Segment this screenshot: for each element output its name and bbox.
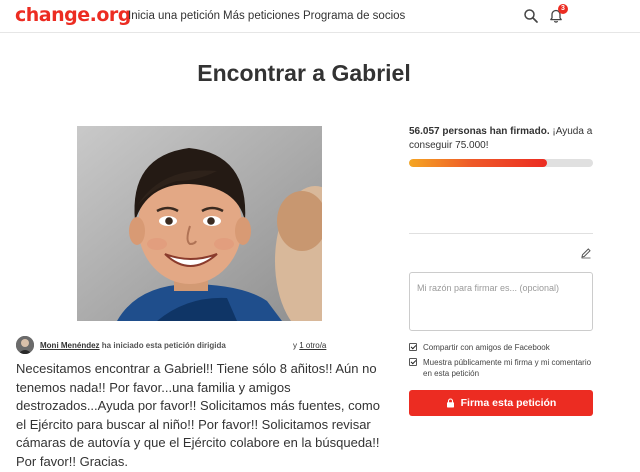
recipients-link[interactable]: 1 otro/a bbox=[299, 341, 326, 350]
lock-icon bbox=[446, 398, 454, 408]
share-facebook-checkbox[interactable] bbox=[409, 343, 417, 351]
petition-title: Encontrar a Gabriel bbox=[197, 60, 411, 86]
signature-count-number: 56.057 personas han firmado. bbox=[409, 126, 550, 137]
change-org-logo[interactable]: change.org bbox=[15, 4, 131, 26]
petition-description: Necesitamos encontrar a Gabriel!! Tiene … bbox=[16, 361, 380, 469]
sign-petition-button[interactable]: Firma esta petición bbox=[409, 390, 593, 416]
child-portrait-image bbox=[77, 126, 322, 321]
notification-badge: 3 bbox=[558, 4, 568, 14]
share-facebook-option[interactable]: Compartir con amigos de Facebook bbox=[409, 342, 593, 353]
reason-textarea[interactable] bbox=[409, 272, 593, 331]
nav-link-partners-program[interactable]: Programa de socios bbox=[303, 10, 405, 22]
public-signature-checkbox[interactable] bbox=[409, 358, 417, 366]
signature-progress-fill bbox=[409, 159, 547, 167]
recipients-line: y 1 otro/a bbox=[293, 341, 326, 350]
author-name-link[interactable]: Moni Menéndez bbox=[40, 341, 100, 350]
signature-progress-bar bbox=[409, 159, 593, 167]
author-action-text: ha iniciado esta petición dirigida bbox=[101, 341, 226, 350]
recipients-prefix: y bbox=[293, 341, 297, 350]
edit-icon[interactable] bbox=[580, 247, 592, 259]
author-line: Moni Menéndez ha iniciado esta petición … bbox=[40, 341, 226, 350]
share-facebook-label: Compartir con amigos de Facebook bbox=[423, 343, 550, 352]
divider bbox=[409, 233, 593, 234]
public-signature-option[interactable]: Muestra públicamente mi firma y mi comen… bbox=[409, 357, 593, 379]
public-signature-label: Muestra públicamente mi firma y mi comen… bbox=[423, 358, 592, 378]
nav-link-more-petitions[interactable]: Más peticiones bbox=[223, 10, 300, 22]
sign-petition-label: Firma esta petición bbox=[460, 397, 557, 409]
signature-count: 56.057 personas han firmado. ¡Ayuda a co… bbox=[409, 125, 599, 153]
nav-link-start-petition[interactable]: Inicia una petición bbox=[128, 10, 220, 22]
search-icon[interactable] bbox=[523, 8, 539, 24]
petition-photo bbox=[77, 126, 322, 321]
author-avatar[interactable] bbox=[16, 336, 34, 354]
top-nav: change.org Inicia una petición Más petic… bbox=[0, 0, 640, 33]
